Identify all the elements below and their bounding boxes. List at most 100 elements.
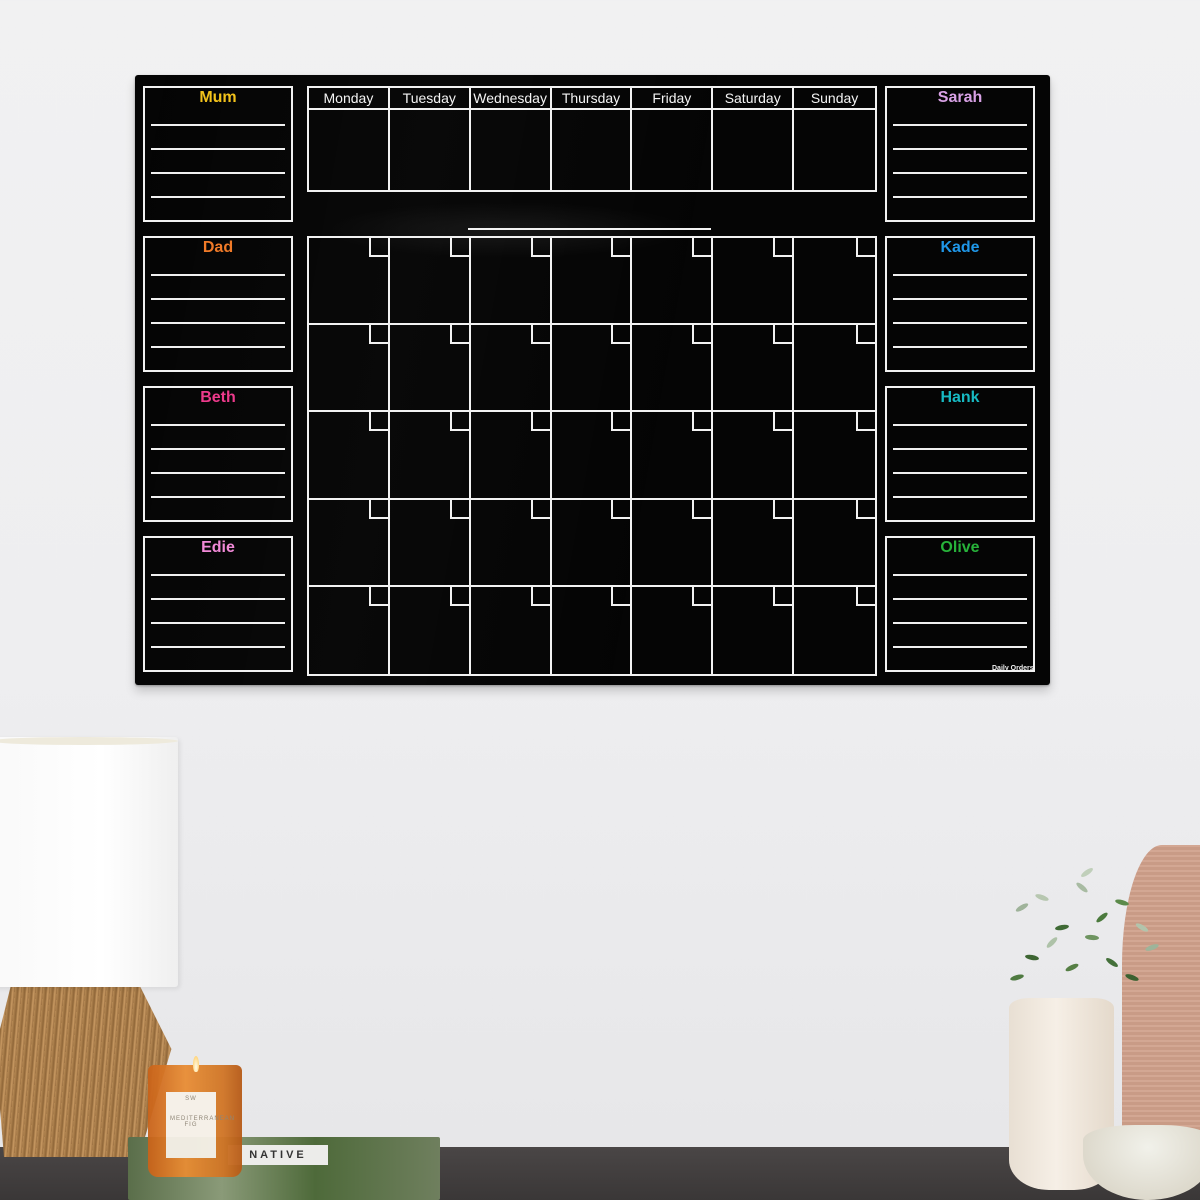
date-number-box <box>611 412 631 432</box>
calendar-day-cell <box>713 499 795 587</box>
calendar-day-cell <box>551 325 633 413</box>
leaf <box>1075 881 1089 894</box>
leaf <box>1009 973 1025 982</box>
person-name: Edie <box>201 539 235 556</box>
person-box-edie: Edie <box>143 536 293 672</box>
calendar-day-cell <box>632 238 714 326</box>
date-number-box <box>773 238 793 257</box>
date-number-box <box>611 325 631 345</box>
weekday-cell-sunday <box>794 110 875 190</box>
calendar-day-cell <box>632 586 714 674</box>
calendar-day-cell <box>713 238 795 326</box>
date-number-box <box>692 499 712 519</box>
person-name: Kade <box>940 239 980 256</box>
calendar-day-cell <box>389 325 471 413</box>
person-box-dad: Dad <box>143 236 293 372</box>
date-number-box <box>855 586 875 606</box>
weekly-planner: Monday Tuesday Wednesday Thursday Friday Satu… <box>307 86 877 192</box>
weekday-cell-tuesday <box>390 110 471 190</box>
date-number-box <box>368 412 388 432</box>
calendar-day-cell <box>470 499 552 587</box>
weekday-cell-wednesday <box>471 110 552 190</box>
calendar-day-cell <box>794 586 875 674</box>
date-number-box <box>530 238 550 257</box>
writing-line <box>893 598 1027 600</box>
leaf <box>1114 898 1130 907</box>
calendar-day-cell <box>552 586 633 674</box>
month-title-line <box>468 228 711 230</box>
date-number-box <box>611 238 631 257</box>
writing-line <box>151 148 285 150</box>
date-number-box <box>368 499 388 519</box>
calendar-day-cell <box>632 325 714 413</box>
weekday-cell-monday <box>309 110 390 190</box>
weekday-cell-friday <box>632 110 714 190</box>
date-number-box <box>530 325 550 345</box>
date-number-box <box>449 586 469 606</box>
writing-line <box>893 346 1027 348</box>
writing-line <box>151 346 285 348</box>
weekday-header-thursday: Thursday <box>551 88 633 110</box>
monthly-calendar-grid <box>307 236 877 676</box>
writing-line <box>151 598 285 600</box>
weekday-cell-thursday <box>552 110 633 190</box>
book-cover-band: NATIVE <box>228 1145 328 1165</box>
greenery <box>995 865 1170 1005</box>
writing-line <box>893 448 1027 450</box>
book-title: NATIVE <box>249 1149 307 1161</box>
calendar-day-cell <box>309 238 390 326</box>
candle-flame <box>193 1056 199 1072</box>
date-number-box <box>368 238 388 257</box>
weekday-header-saturday: Saturday <box>713 88 795 110</box>
person-name: Dad <box>202 239 234 256</box>
leaf <box>1084 934 1100 941</box>
writing-line <box>893 124 1027 126</box>
weekday-cell-saturday <box>713 110 795 190</box>
weekday-header-wednesday: Wednesday <box>470 88 552 110</box>
date-number-box <box>530 586 550 606</box>
calendar-day-cell <box>470 238 552 326</box>
calendar-day-cell <box>794 325 875 413</box>
leaf <box>1079 866 1095 879</box>
writing-line <box>151 622 285 624</box>
writing-line <box>151 646 285 648</box>
planner-board: Mum Dad Beth Edie Sarah Kade Hank Olive Monday… <box>135 75 1050 685</box>
date-number-box <box>855 499 875 519</box>
date-number-box <box>611 499 631 519</box>
person-box-hank: Hank <box>885 386 1035 522</box>
date-number-box <box>530 499 550 519</box>
writing-line <box>151 574 285 576</box>
calendar-day-cell <box>470 325 552 413</box>
writing-line <box>151 196 285 198</box>
writing-line <box>893 322 1027 324</box>
person-box-sarah: Sarah <box>885 86 1035 222</box>
leaf <box>1124 972 1140 983</box>
calendar-day-cell <box>309 412 390 500</box>
date-number-box <box>855 412 875 432</box>
person-name: Sarah <box>937 89 983 106</box>
writing-line <box>151 472 285 474</box>
date-number-box <box>368 325 388 345</box>
leaf <box>1054 923 1070 932</box>
calendar-day-cell <box>551 238 633 326</box>
leaf <box>1045 935 1059 950</box>
weekday-header-tuesday: Tuesday <box>389 88 471 110</box>
date-number-box <box>855 325 875 345</box>
writing-line <box>151 274 285 276</box>
date-number-box <box>773 499 793 519</box>
person-box-mum: Mum <box>143 86 293 222</box>
writing-line <box>893 298 1027 300</box>
calendar-day-cell <box>794 499 875 587</box>
calendar-day-cell <box>713 412 795 500</box>
writing-line <box>893 424 1027 426</box>
person-name: Olive <box>940 539 980 556</box>
date-number-box <box>530 412 550 432</box>
date-number-box <box>692 325 712 345</box>
calendar-day-cell <box>471 586 552 674</box>
leaf <box>1014 901 1030 914</box>
calendar-day-cell <box>632 412 714 500</box>
calendar-day-cell <box>309 325 390 413</box>
writing-line <box>151 322 285 324</box>
date-number-box <box>692 412 712 432</box>
leaf <box>1034 892 1050 903</box>
